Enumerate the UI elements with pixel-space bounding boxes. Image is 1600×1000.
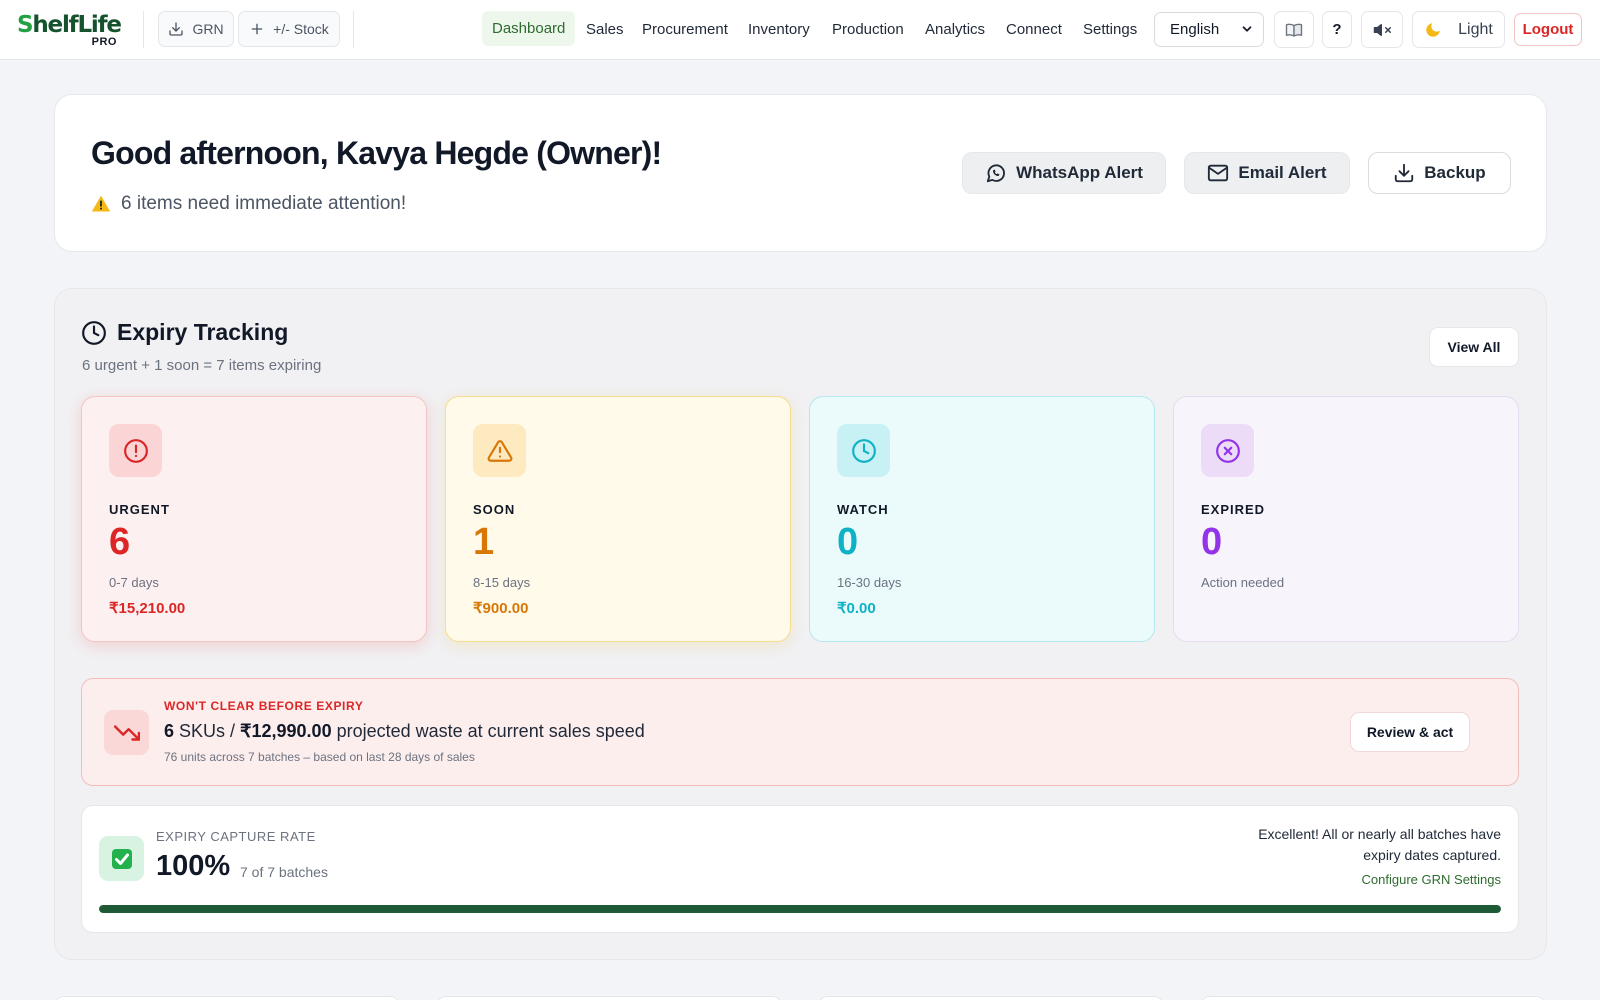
language-select[interactable]: English [1154, 12, 1264, 47]
plus-icon [251, 23, 263, 35]
check-box-icon [111, 848, 132, 869]
stat-count: 1 [473, 521, 495, 563]
capture-eyebrow: EXPIRY CAPTURE RATE [156, 829, 316, 844]
stat-range: 8-15 days [473, 575, 531, 590]
book-icon [1285, 23, 1303, 37]
stat-label: SOON [473, 502, 516, 517]
sound-toggle-button[interactable] [1361, 11, 1403, 48]
theme-label: Light [1458, 20, 1493, 38]
moon-icon [1426, 22, 1440, 37]
waste-summary: 6 SKUs / ₹12,990.00 projected waste at c… [164, 721, 645, 741]
alert-circle-icon [123, 438, 148, 463]
speaker-muted-icon [1373, 23, 1391, 36]
whatsapp-alert-button[interactable]: WhatsApp Alert [962, 152, 1166, 194]
warning-icon [91, 195, 111, 212]
mail-icon [1208, 164, 1229, 182]
nav-procurement[interactable]: Procurement [642, 12, 728, 46]
section-subtitle: 6 urgent + 1 soon = 7 items expiring [82, 357, 322, 374]
capture-progress-fill [99, 905, 1501, 913]
x-circle-icon [1215, 438, 1240, 463]
backup-button[interactable]: Backup [1368, 152, 1511, 194]
next-card [436, 996, 782, 1000]
download-icon [169, 22, 184, 36]
stat-count: 0 [1201, 521, 1223, 563]
watch-stat-card[interactable]: WATCH 0 16-30 days ₹0.00 [809, 396, 1155, 642]
stock-adjust-button[interactable]: +/- Stock [238, 11, 340, 47]
stat-range: 16-30 days [837, 575, 902, 590]
next-card [54, 996, 400, 1000]
urgent-stat-card[interactable]: URGENT 6 0-7 days ₹15,210.00 [81, 396, 427, 642]
chevron-down-icon [1242, 26, 1252, 32]
expired-stat-card[interactable]: EXPIRED 0 Action needed [1173, 396, 1519, 642]
nav-divider [353, 11, 354, 48]
stat-count: 0 [837, 521, 859, 563]
waste-projection-banner: WON'T CLEAR BEFORE EXPIRY 6 SKUs / ₹12,9… [81, 678, 1519, 786]
backup-label: Backup [1424, 163, 1486, 182]
warning-triangle-icon [487, 439, 512, 462]
expiry-tracking-section: Expiry Tracking 6 urgent + 1 soon = 7 it… [54, 288, 1547, 960]
capture-progress-bar [99, 905, 1501, 913]
language-value: English [1170, 21, 1220, 38]
nav-inventory[interactable]: Inventory [748, 12, 810, 46]
top-nav-bar: ShelfLife PRO GRN +/- Stock Dashboard Sa… [0, 0, 1600, 60]
next-card [818, 996, 1164, 1000]
clock-icon [82, 320, 106, 345]
nav-divider [143, 11, 144, 48]
stat-count: 6 [109, 521, 131, 563]
capture-percent: 100% [156, 850, 231, 882]
greeting-card: Good afternoon, Kavya Hegde (Owner)! 6 i… [54, 94, 1547, 252]
whatsapp-icon [986, 164, 1005, 183]
nav-connect[interactable]: Connect [1006, 12, 1062, 46]
stat-range: 0-7 days [109, 575, 159, 590]
stock-label: +/- Stock [273, 21, 329, 37]
stat-note: Action needed [1201, 575, 1285, 590]
section-title: Expiry Tracking [117, 319, 289, 345]
nav-production[interactable]: Production [832, 12, 904, 46]
email-label: Email Alert [1238, 163, 1327, 182]
waste-footnote: 76 units across 7 batches – based on las… [164, 750, 475, 764]
stat-amount: ₹900.00 [473, 600, 529, 617]
attention-alert: 6 items need immediate attention! [91, 193, 406, 215]
stat-label: EXPIRED [1201, 502, 1266, 517]
capture-batches: 7 of 7 batches [240, 864, 328, 880]
nav-dashboard[interactable]: Dashboard [482, 11, 576, 46]
grn-button[interactable]: GRN [158, 11, 234, 47]
review-and-act-button[interactable]: Review & act [1350, 712, 1470, 752]
configure-grn-settings-link[interactable]: Configure GRN Settings [1362, 872, 1501, 887]
logout-button[interactable]: Logout [1514, 13, 1582, 46]
nav-settings[interactable]: Settings [1083, 12, 1137, 46]
grn-label: GRN [192, 21, 224, 37]
next-card [1200, 996, 1546, 1000]
download-icon [1395, 163, 1414, 183]
view-all-button[interactable]: View All [1429, 327, 1519, 367]
stat-label: WATCH [837, 502, 889, 517]
nav-analytics[interactable]: Analytics [925, 12, 985, 46]
stat-amount: ₹0.00 [837, 600, 876, 617]
attention-text: 6 items need immediate attention! [121, 193, 407, 214]
greeting-title: Good afternoon, Kavya Hegde (Owner)! [91, 135, 662, 171]
email-alert-button[interactable]: Email Alert [1184, 152, 1350, 194]
waste-eyebrow: WON'T CLEAR BEFORE EXPIRY [164, 699, 364, 713]
nav-sales[interactable]: Sales [586, 12, 624, 46]
trending-down-icon [113, 724, 140, 741]
capture-note: Excellent! All or nearly all batches hav… [1258, 826, 1501, 863]
soon-stat-card[interactable]: SOON 1 8-15 days ₹900.00 [445, 396, 791, 642]
guide-button[interactable] [1274, 11, 1314, 48]
section-heading: Expiry Tracking [81, 319, 288, 346]
stat-label: URGENT [109, 502, 170, 517]
whatsapp-label: WhatsApp Alert [1016, 163, 1143, 182]
stat-amount: ₹15,210.00 [109, 600, 186, 617]
clock-icon [851, 438, 876, 463]
shelflife-pro-logo[interactable]: ShelfLife PRO [17, 12, 122, 48]
expiry-capture-rate-card: EXPIRY CAPTURE RATE 100% 7 of 7 batches … [81, 805, 1519, 933]
help-icon: ? [1332, 21, 1342, 38]
theme-toggle-button[interactable]: Light [1412, 11, 1505, 48]
help-button[interactable]: ? [1322, 11, 1352, 48]
